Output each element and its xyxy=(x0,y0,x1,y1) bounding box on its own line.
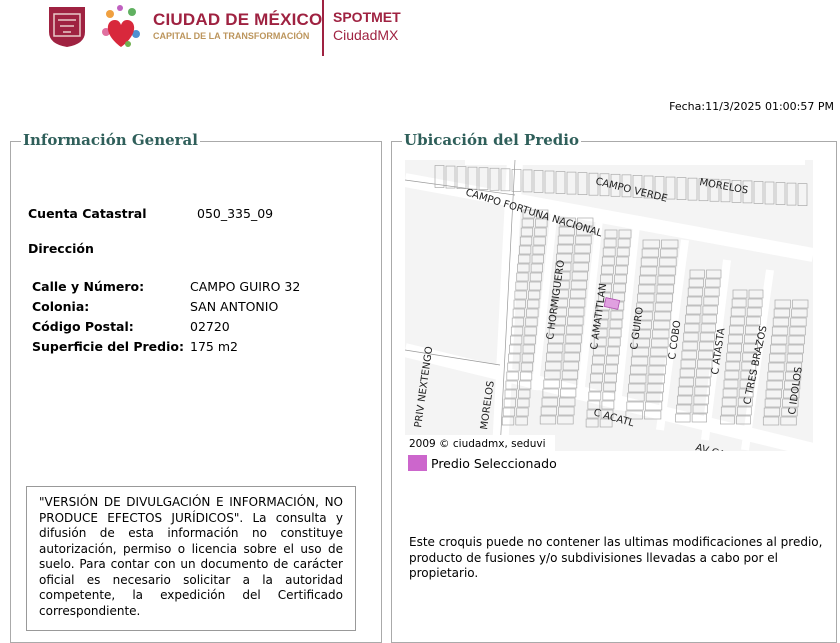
map-copyright: 2009 © ciudadmx, seduvi xyxy=(409,438,546,450)
disclaimer-text: "VERSIÓN DE DIVULGACIÓN E INFORMACIÓN, N… xyxy=(39,495,343,618)
date-stamp: Fecha:11/3/2025 01:00:57 PM xyxy=(669,100,834,113)
legend-swatch xyxy=(408,455,427,471)
cdmx-shield-logo xyxy=(48,6,86,48)
app-name: SPOTMET xyxy=(333,9,401,25)
colonia-value: SAN ANTONIO xyxy=(190,299,279,314)
cdmx-heart-logo xyxy=(98,2,144,52)
location-map[interactable]: CAMPO VERDE MORELOS CAMPO FORTUNA NACION… xyxy=(405,160,813,451)
cp-value: 02720 xyxy=(190,319,230,334)
superficie-label: Superficie del Predio: xyxy=(32,339,184,354)
superficie-value: 175 m2 xyxy=(190,339,238,354)
app-name-sub: CiudadMX xyxy=(333,27,399,43)
brand-subtitle: CAPITAL DE LA TRANSFORMACIÓN xyxy=(153,31,310,41)
info-general-title: Información General xyxy=(21,131,200,149)
disclaimer-box: "VERSIÓN DE DIVULGACIÓN E INFORMACIÓN, N… xyxy=(26,486,356,631)
cp-label: Código Postal: xyxy=(32,319,134,334)
cuenta-value: 050_335_09 xyxy=(197,206,274,221)
cuenta-label: Cuenta Catastral xyxy=(28,206,147,221)
brand-title: CIUDAD DE MÉXICO xyxy=(153,10,323,29)
colonia-label: Colonia: xyxy=(32,299,90,314)
legend-label: Predio Seleccionado xyxy=(431,456,557,471)
calle-value: CAMPO GUIRO 32 xyxy=(190,279,301,294)
calle-label: Calle y Número: xyxy=(32,279,145,294)
ubicacion-title: Ubicación del Predio xyxy=(402,131,581,149)
header-divider xyxy=(322,0,324,56)
map-note: Este croquis puede no contener las ultim… xyxy=(409,535,823,580)
direccion-label: Dirección xyxy=(28,241,94,256)
